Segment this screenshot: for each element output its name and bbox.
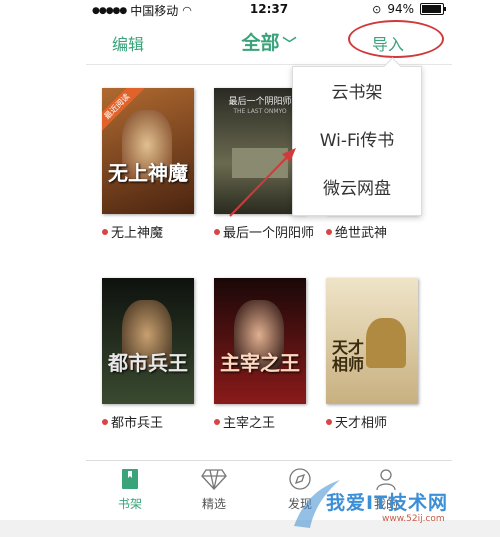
diamond-icon [201, 469, 227, 490]
unread-dot [326, 418, 332, 425]
book-cover[interactable]: 主宰之王 [214, 278, 306, 404]
phone-screen: ●●●●● 中国移动 ◠ 12:37 ⊙ 94% 编辑 全部 ﹀ 导入 最近阅读 … [86, 0, 452, 537]
cover-title: 天才相师 [331, 338, 364, 375]
import-dropdown-menu: 云书架 Wi-Fi传书 微云网盘 [292, 66, 422, 216]
book-item[interactable]: 天才相师 天才相师 [326, 278, 426, 431]
cover-tripod [366, 318, 406, 368]
menu-item-wifi-transfer[interactable]: Wi-Fi传书 [293, 117, 421, 165]
filter-title: 全部 [241, 32, 280, 54]
book-item[interactable]: 主宰之王 主宰之王 [214, 278, 314, 431]
book-title: 绝世武神 [335, 226, 388, 241]
watermark: 我爱IT技术网 www.52ij.com [286, 470, 500, 537]
unread-dot [102, 228, 108, 235]
cover-subtitle: THE LAST ONMYO [233, 108, 287, 115]
cover-title: 最后一个阴阳师 [228, 97, 292, 107]
annotation-circle [348, 20, 444, 58]
cover-title: 无上神魔 [108, 161, 188, 185]
menu-item-weiyun-disk[interactable]: 微云网盘 [293, 165, 421, 213]
chevron-down-icon: ﹀ [282, 37, 297, 53]
unread-dot [102, 418, 108, 425]
unread-dot [214, 228, 220, 235]
tab-label: 精选 [201, 497, 226, 511]
status-bar: ●●●●● 中国移动 ◠ 12:37 ⊙ 94% [86, 0, 452, 20]
bookshelf-icon [122, 469, 138, 489]
tab-featured[interactable]: 精选 [184, 467, 244, 512]
book-title: 无上神魔 [111, 226, 164, 241]
watermark-text: 我爱IT技术网 [326, 492, 449, 514]
book-title: 主宰之王 [223, 416, 276, 431]
book-item[interactable]: 都市兵王 都市兵王 [102, 278, 202, 431]
book-item[interactable]: 最近阅读 无上神魔 无上神魔 [102, 88, 202, 241]
rotation-lock-icon: ⊙ [372, 2, 382, 16]
watermark-url: www.52ij.com [382, 514, 445, 524]
menu-item-cloud-shelf[interactable]: 云书架 [293, 69, 421, 117]
book-title: 都市兵王 [111, 416, 164, 431]
unread-dot [214, 418, 220, 425]
tab-bookshelf[interactable]: 书架 [100, 467, 160, 512]
battery-percent: 94% [387, 2, 414, 16]
unread-dot [326, 228, 332, 235]
book-title: 最后一个阴阳师 [222, 226, 314, 241]
book-cover[interactable]: 天才相师 [326, 278, 418, 404]
cover-title: 主宰之王 [220, 351, 300, 375]
cover-title: 都市兵王 [108, 351, 188, 375]
tab-label: 书架 [117, 497, 142, 511]
book-cover[interactable]: 都市兵王 [102, 278, 194, 404]
battery-icon [420, 3, 446, 15]
book-title: 天才相师 [335, 416, 388, 431]
book-cover[interactable]: 最近阅读 无上神魔 [102, 88, 194, 214]
annotation-arrow [229, 148, 296, 217]
